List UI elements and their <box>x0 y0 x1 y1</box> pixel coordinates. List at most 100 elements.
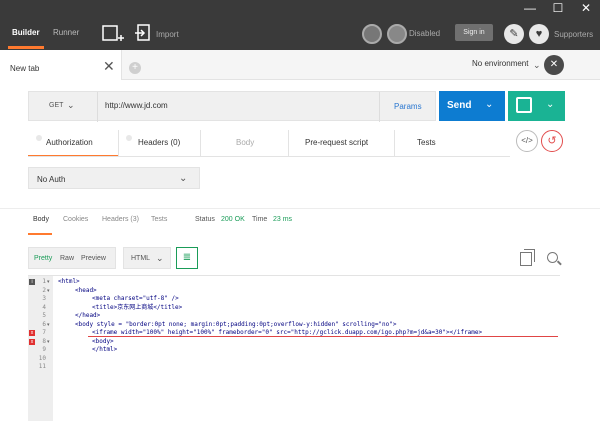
reset-history-icon[interactable]: ↺ <box>541 130 563 152</box>
tab-tests[interactable]: Tests <box>417 138 436 164</box>
line-number: 6 <box>42 320 46 328</box>
window-controls: — ☐ ✕ <box>516 0 600 18</box>
active-tab-indicator <box>28 233 52 235</box>
divider <box>0 208 600 209</box>
line-number: 3 <box>42 295 46 302</box>
code-line: 6 ▾ <body style = "border:0pt none; margin… <box>28 321 560 330</box>
code-line: 3 <meta charset="utf-8" /> <box>28 295 560 304</box>
error-marker-icon: x <box>29 338 35 345</box>
response-tab-tests[interactable]: Tests <box>151 216 167 223</box>
generate-code-button[interactable]: </> <box>516 130 538 152</box>
url-input[interactable]: http://www.jd.com <box>105 101 168 110</box>
method-select[interactable]: GET <box>49 102 63 109</box>
chevron-down-icon[interactable]: ⌄ <box>533 60 541 71</box>
environment-select[interactable]: No environment <box>472 59 528 68</box>
divider <box>379 92 380 122</box>
code-line: 9 </html> <box>28 346 560 355</box>
fold-toggle-icon[interactable]: ▾ <box>47 321 50 330</box>
code-text: <head> <box>75 286 97 294</box>
response-tab-headers[interactable]: Headers (3) <box>102 216 139 223</box>
copy-icon[interactable] <box>520 249 535 266</box>
format-preview[interactable]: Preview <box>81 255 106 262</box>
divider <box>118 130 119 156</box>
chevron-down-icon: ⌄ <box>156 253 164 263</box>
add-tab-icon[interactable]: + <box>129 62 141 74</box>
code-text: </html> <box>92 346 118 353</box>
response-tab-body[interactable]: Body <box>33 216 49 223</box>
divider <box>28 156 510 157</box>
tab-body[interactable]: Body <box>236 138 254 164</box>
code-line: 10 <box>28 355 560 364</box>
dot-icon <box>126 135 132 141</box>
supporters-label[interactable]: Supporters <box>554 30 593 39</box>
line-number: 10 <box>38 354 46 362</box>
time-label: Time <box>252 216 268 223</box>
response-tab-cookies[interactable]: Cookies <box>63 216 88 223</box>
divider <box>97 92 98 122</box>
tab-pre-request-script[interactable]: Pre-request script <box>305 138 368 164</box>
interceptor-icon[interactable] <box>362 24 382 44</box>
error-underline <box>88 336 558 337</box>
builder-tab[interactable]: Builder <box>12 28 40 37</box>
error-marker-icon: x <box>29 330 35 336</box>
auth-type-value: No Auth <box>37 175 66 184</box>
code-text: <title>京东网上商城</title> <box>92 303 183 311</box>
code-text: <body style = "border:0pt none; margin:0… <box>75 320 397 328</box>
send-button[interactable]: Send ⌄ <box>439 91 505 121</box>
code-text: <meta charset="utf-8" /> <box>92 295 179 302</box>
wrap-lines-icon[interactable]: ≣ <box>176 247 198 269</box>
divider <box>200 130 201 156</box>
heart-icon[interactable]: ♥ <box>529 24 549 44</box>
manage-environment-button[interactable]: ✕ <box>544 55 564 75</box>
format-pretty[interactable]: Pretty <box>34 255 52 262</box>
divider <box>394 130 395 156</box>
runner-tab[interactable]: Runner <box>53 28 79 37</box>
auth-type-select[interactable]: No Auth ⌄ <box>28 167 200 189</box>
request-tab[interactable]: New tab ✕ <box>0 50 122 80</box>
tab-authorization[interactable]: Authorization <box>46 138 93 164</box>
chevron-down-icon[interactable]: ⌄ <box>546 99 554 110</box>
minimize-button[interactable]: — <box>516 0 544 18</box>
dot-icon <box>36 135 42 141</box>
params-button[interactable]: Params <box>394 102 422 111</box>
chevron-down-icon[interactable]: ⌄ <box>67 100 75 111</box>
tab-headers[interactable]: Headers (0) <box>138 138 180 164</box>
chevron-down-icon[interactable]: ⌄ <box>485 99 493 110</box>
maximize-button[interactable]: ☐ <box>544 0 572 18</box>
line-number: 7 <box>42 329 46 336</box>
code-text: </head> <box>75 312 101 319</box>
import-icon[interactable] <box>135 24 151 42</box>
format-raw[interactable]: Raw <box>60 255 74 262</box>
fold-toggle-icon[interactable]: ▾ <box>47 338 50 347</box>
line-number: 11 <box>38 363 46 370</box>
sign-in-button[interactable]: Sign in <box>455 24 493 41</box>
proxy-toggle-icon[interactable] <box>387 24 407 44</box>
divider <box>288 130 289 156</box>
new-window-icon[interactable] <box>102 23 124 43</box>
status-label: Status <box>195 216 215 223</box>
format-toggle-group: Pretty Raw Preview <box>28 247 116 269</box>
disabled-label: Disabled <box>409 29 441 38</box>
chevron-down-icon: ⌄ <box>179 173 188 184</box>
search-icon[interactable] <box>547 252 558 263</box>
info-marker-icon: i <box>29 279 35 285</box>
close-window-button[interactable]: ✕ <box>572 0 600 18</box>
time-value: 23 ms <box>273 216 293 223</box>
response-editor[interactable]: i 1 ▾ <html> 2 ▾ <head> 3 <meta charset="utf-8" … <box>28 275 560 421</box>
code-line: 4 <title>京东网上商城</title> <box>28 304 560 313</box>
close-tab-icon[interactable]: ✕ <box>103 58 115 75</box>
fold-toggle-icon[interactable]: ▾ <box>47 278 50 287</box>
settings-wrench-icon[interactable]: ✎ <box>504 24 524 44</box>
save-button[interactable]: ⌄ <box>508 91 565 121</box>
top-bar: — ☐ ✕ Builder Runner Import Disabled Sig… <box>0 0 600 50</box>
line-number: 9 <box>42 346 46 353</box>
request-tabs: Authorization Headers (0) Body Pre-reque… <box>28 130 508 157</box>
fold-toggle-icon[interactable]: ▾ <box>47 287 50 296</box>
line-number: 8 <box>42 337 46 345</box>
language-select[interactable]: HTML ⌄ <box>123 247 171 269</box>
tab-title: New tab <box>10 64 40 73</box>
language-value: HTML <box>131 255 151 262</box>
import-label[interactable]: Import <box>156 30 179 39</box>
code-line: 2 ▾ <head> <box>28 287 560 296</box>
status-value: 200 OK <box>221 216 245 223</box>
